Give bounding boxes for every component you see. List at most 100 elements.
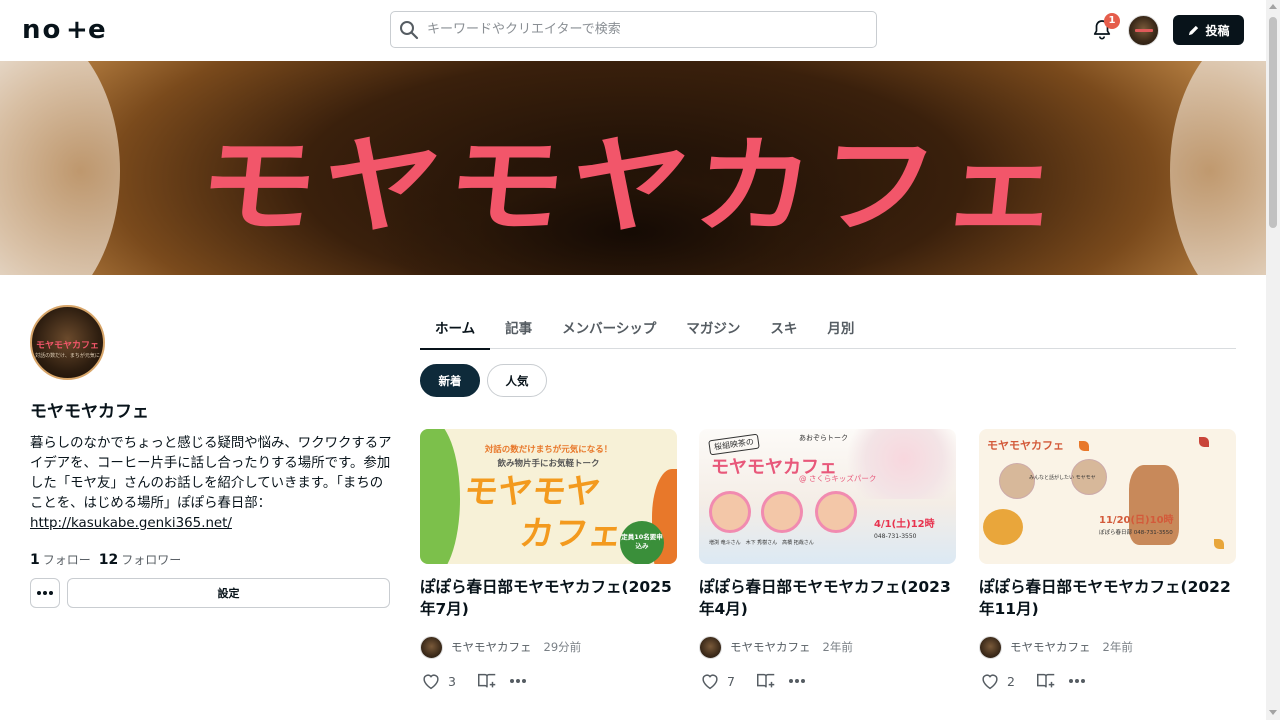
article-title[interactable]: ぽぽら春日部モヤモヤカフェ(2025年7月) (420, 576, 678, 620)
scrollbar-thumb[interactable] (1269, 17, 1277, 228)
article-meta: モヤモヤカフェ 2年前 (979, 635, 1237, 659)
follow-stats: 1 フォロー 12 フォロワー (30, 551, 181, 568)
thumbnail-info: 048-731-3550 (874, 533, 917, 540)
thumbnail-title: モヤモヤ (461, 472, 603, 512)
follow-count: 1 (30, 552, 40, 568)
post-button[interactable]: 投稿 (1173, 15, 1244, 45)
article-meta: モヤモヤカフェ 29分前 (420, 635, 678, 659)
article-title[interactable]: ぽぽら春日部モヤモヤカフェ(2023年4月) (699, 576, 957, 620)
follower-count: 12 (98, 552, 119, 568)
follower-stat[interactable]: 12 フォロワー (99, 551, 182, 568)
article-card[interactable]: 桜組映茶の あおぞらトーク モヤモヤカフェ @ さくらキッズパーク 4/1(土)… (699, 429, 957, 693)
tab-membership[interactable]: メンバーシップ (547, 305, 671, 349)
thumbnail-names: みんなと話がしたい モヤモヤ (1029, 475, 1096, 481)
post-time: 2年前 (1102, 640, 1133, 654)
article-thumbnail[interactable]: モヤモヤカフェ みんなと話がしたい モヤモヤ 11/20(日)10時 ぽぽら春日… (979, 429, 1236, 564)
filter-popular-button[interactable]: 人気 (487, 364, 547, 397)
note-logo[interactable]: no + e (22, 15, 116, 45)
article-thumbnail[interactable]: 対話の数だけまちが元気になる！ 飲み物片手にお気軽トーク モヤモヤ カフェ 定員… (420, 429, 677, 564)
article-title[interactable]: ぽぽら春日部モヤモヤカフェ(2022年11月) (979, 576, 1237, 620)
banner-title: モヤモヤカフェ (192, 123, 1074, 249)
filter-new-button[interactable]: 新着 (420, 364, 480, 397)
dot-icon (43, 591, 47, 595)
leaf-decoration (1199, 437, 1209, 447)
follower-label: フォロワー (121, 553, 182, 567)
profile-avatar-subtext: 対話の数だけ、まちが元気に (35, 353, 100, 359)
like-count: 2 (1007, 673, 1015, 689)
profile-bio: 暮らしのなかでちょっと感じる疑問や悩み、ワクワクするアイデアを、コーヒー片手に話… (30, 434, 392, 534)
svg-text:e: e (88, 15, 106, 45)
page-scrollbar[interactable] (1266, 0, 1280, 720)
notification-badge: 1 (1104, 13, 1120, 29)
author-name[interactable]: モヤモヤカフェ (1010, 639, 1091, 655)
header: no + e 1 投稿 (0, 0, 1266, 61)
tab-home[interactable]: ホーム (420, 305, 491, 350)
more-icon[interactable] (1069, 679, 1085, 683)
more-options-button[interactable] (30, 578, 60, 608)
thumbnail-date: 4/1(土)12時 (874, 519, 935, 530)
speaker-photo (761, 491, 803, 533)
article-actions: 2 (979, 669, 1237, 693)
thumbnail-names: 増渕 竜斗さん 木下 秀樹さん 高橋 拓哉さん (709, 540, 814, 546)
like-count: 7 (727, 673, 735, 689)
thumbnail-heading: 対話の数だけまちが元気になる！ (484, 445, 613, 455)
search-input[interactable] (427, 12, 867, 47)
post-time: 2年前 (822, 640, 853, 654)
add-to-magazine-icon[interactable] (755, 670, 777, 692)
post-time: 29分前 (543, 640, 582, 654)
user-avatar[interactable] (1128, 15, 1159, 46)
thumbnail-seal: 定員10名要申込み (620, 521, 664, 564)
dot-icon (49, 591, 53, 595)
heart-icon[interactable] (420, 670, 442, 692)
profile-link[interactable]: http://kasukabe.genki365.net/ (30, 514, 232, 534)
more-icon[interactable] (789, 679, 805, 683)
search-box[interactable] (390, 11, 877, 48)
add-to-magazine-icon[interactable] (1035, 670, 1057, 692)
leaf-decoration (1079, 441, 1089, 451)
article-meta: モヤモヤカフェ 2年前 (699, 635, 957, 659)
article-card[interactable]: 対話の数だけまちが元気になる！ 飲み物片手にお気軽トーク モヤモヤ カフェ 定員… (420, 429, 678, 693)
thumbnail-subheading: あおぞらトーク (799, 434, 848, 442)
tab-likes[interactable]: スキ (755, 305, 812, 349)
svg-text:+: + (66, 15, 88, 45)
bird-illustration (983, 509, 1023, 545)
pencil-icon (1189, 25, 1199, 35)
svg-text:no: no (22, 15, 62, 45)
thumbnail-subheading: 飲み物片手にお気軽トーク (497, 459, 600, 469)
author-avatar[interactable] (420, 635, 443, 659)
tab-articles[interactable]: 記事 (490, 305, 547, 349)
profile-avatar[interactable]: モヤモヤカフェ 対話の数だけ、まちが元気に (30, 305, 105, 380)
article-card[interactable]: モヤモヤカフェ みんなと話がしたい モヤモヤ 11/20(日)10時 ぽぽら春日… (979, 429, 1237, 693)
header-banner: モヤモヤカフェ (0, 61, 1266, 275)
tab-monthly[interactable]: 月別 (812, 305, 869, 349)
author-avatar[interactable] (699, 635, 722, 659)
profile-name: モヤモヤカフェ (30, 402, 149, 422)
speaker-photo (709, 491, 751, 533)
heart-icon[interactable] (979, 670, 1001, 692)
tab-magazine[interactable]: マガジン (671, 305, 755, 349)
search-icon (400, 21, 419, 40)
article-actions: 7 (699, 669, 957, 693)
more-icon[interactable] (510, 679, 526, 683)
like-count: 3 (448, 673, 456, 689)
scroll-up-arrow-icon[interactable] (1269, 4, 1277, 9)
thumbnail-info: ぽぽら春日部 048-731-3550 (1099, 530, 1173, 536)
thumbnail-decoration (839, 429, 956, 499)
author-name[interactable]: モヤモヤカフェ (451, 639, 532, 655)
profile-tabs: ホーム 記事 メンバーシップ マガジン スキ 月別 (420, 305, 1236, 350)
follow-stat[interactable]: 1 フォロー (30, 551, 91, 568)
thumbnail-title: モヤモヤカフェ (987, 439, 1064, 452)
article-thumbnail[interactable]: 桜組映茶の あおぞらトーク モヤモヤカフェ @ さくらキッズパーク 4/1(土)… (699, 429, 956, 564)
profile-bio-text: 暮らしのなかでちょっと感じる疑問や悩み、ワクワクするアイデアを、コーヒー片手に話… (30, 436, 392, 511)
settings-button[interactable]: 設定 (67, 578, 390, 608)
follow-label: フォロー (42, 553, 91, 567)
heart-icon[interactable] (699, 670, 721, 692)
thumbnail-date: 11/20(日)10時 (1099, 515, 1174, 526)
add-to-magazine-icon[interactable] (476, 670, 498, 692)
scroll-down-arrow-icon[interactable] (1269, 710, 1277, 715)
author-name[interactable]: モヤモヤカフェ (730, 639, 811, 655)
article-actions: 3 (420, 669, 678, 693)
post-button-label: 投稿 (1205, 23, 1230, 38)
profile-avatar-text: モヤモヤカフェ (35, 341, 99, 351)
author-avatar[interactable] (979, 635, 1002, 659)
